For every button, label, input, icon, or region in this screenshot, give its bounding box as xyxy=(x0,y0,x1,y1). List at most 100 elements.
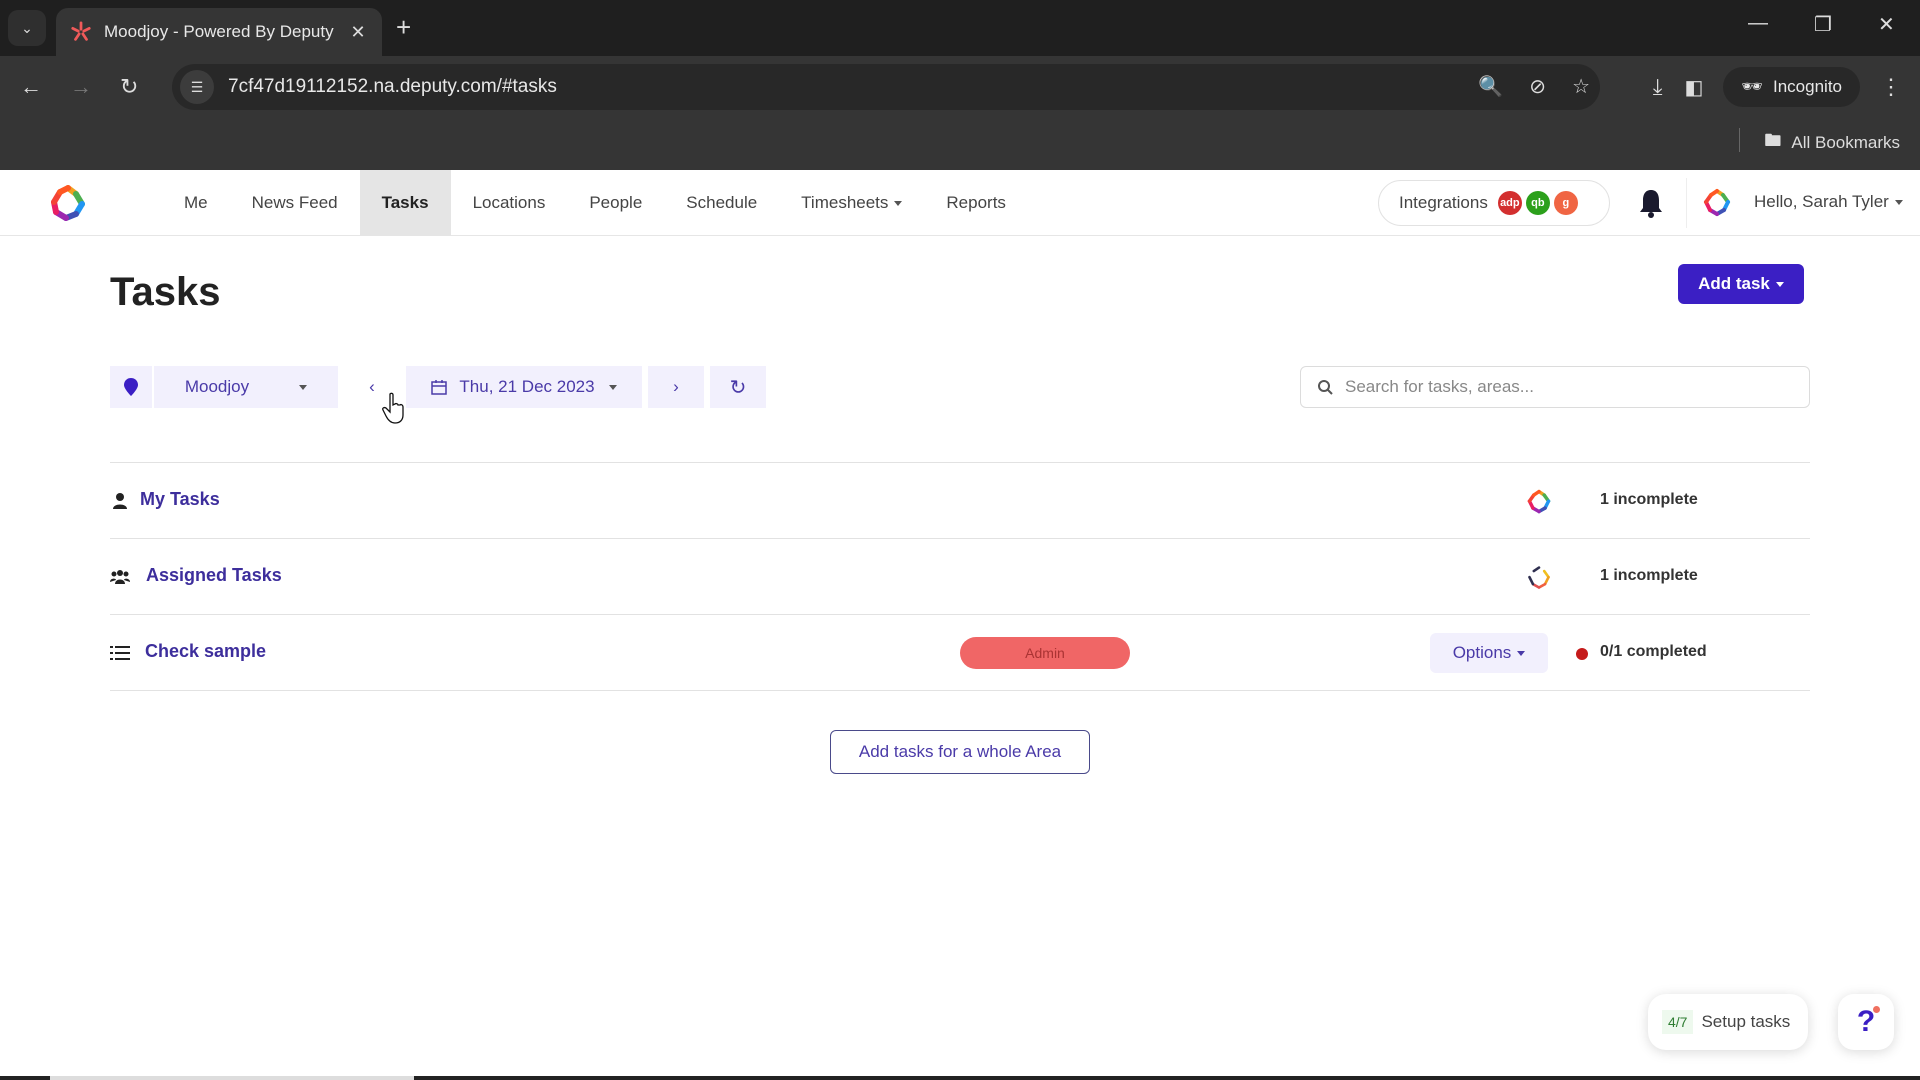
chevron-down-icon xyxy=(299,384,308,390)
setup-label: Setup tasks xyxy=(1701,1012,1791,1031)
next-day-button[interactable]: › xyxy=(648,366,704,408)
refresh-icon: ↻ xyxy=(729,376,747,399)
forward-icon[interactable]: → xyxy=(70,74,92,100)
tab-title: Moodjoy - Powered By Deputy xyxy=(104,22,334,41)
task-row-label[interactable]: Check sample xyxy=(145,641,266,662)
nav-schedule[interactable]: Schedule xyxy=(664,170,779,236)
deputy-favicon-icon xyxy=(71,21,91,41)
bookmarks-divider xyxy=(1739,128,1740,152)
nav-news-feed[interactable]: News Feed xyxy=(230,170,360,236)
search-box[interactable] xyxy=(1300,366,1810,408)
integrations-label: Integrations xyxy=(1399,193,1488,212)
incognito-button[interactable]: 🕶 Incognito xyxy=(1723,67,1860,107)
nav-schedule-label: Schedule xyxy=(686,193,758,212)
bookmarks-label: All Bookmarks xyxy=(1791,132,1900,152)
notification-dot-icon xyxy=(1873,1006,1880,1013)
url-text[interactable]: 7cf47d19112152.na.deputy.com/#tasks xyxy=(228,76,557,98)
site-info-icon[interactable]: ☰ xyxy=(180,70,214,104)
eye-off-icon[interactable]: ⊘ xyxy=(1529,74,1546,99)
nav-timesheets-label: Timesheets xyxy=(801,193,889,212)
add-task-button[interactable]: Add task xyxy=(1678,264,1804,304)
chevron-down-icon xyxy=(608,384,617,390)
deputy-logo-icon[interactable] xyxy=(44,182,92,224)
browser-tab-bar: ⌄ Moodjoy - Powered By Deputy ✕ + — ❐ ✕ xyxy=(0,0,1920,56)
nav-me[interactable]: Me xyxy=(162,170,230,236)
task-row-assigned-tasks[interactable]: Assigned Tasks 1 incomplete xyxy=(110,539,1810,615)
nav-locations-label: Locations xyxy=(472,193,546,212)
minimize-icon[interactable]: — xyxy=(1748,12,1768,35)
user-avatar-icon[interactable] xyxy=(1702,188,1732,218)
task-status: 0/1 completed xyxy=(1600,643,1707,660)
search-icon xyxy=(1318,380,1333,395)
nav-locations[interactable]: Locations xyxy=(451,170,568,236)
task-status: 1 incomplete xyxy=(1600,567,1698,584)
zoom-icon[interactable]: 🔍 xyxy=(1478,74,1503,99)
help-button[interactable]: ? xyxy=(1838,994,1894,1050)
filter-bar: Moodjoy ‹ Thu, 21 Dec 2023 › ↻ xyxy=(110,366,772,408)
task-row-label[interactable]: My Tasks xyxy=(140,489,220,510)
chevron-down-icon xyxy=(1517,650,1526,656)
task-list: My Tasks 1 incomplete Assigned Tasks 1 i… xyxy=(110,462,1810,691)
integrations-button[interactable]: Integrations adp qb g xyxy=(1378,180,1610,226)
date-label: Thu, 21 Dec 2023 xyxy=(459,377,595,396)
options-button[interactable]: Options xyxy=(1430,633,1548,673)
greeting-label: Hello, Sarah Tyler xyxy=(1754,192,1889,211)
sidepanel-icon[interactable]: ◧ xyxy=(1685,75,1704,100)
restore-icon[interactable]: ❐ xyxy=(1814,12,1832,37)
setup-tasks-button[interactable]: 4/7 Setup tasks xyxy=(1648,994,1808,1050)
user-menu[interactable]: Hello, Sarah Tyler xyxy=(1754,192,1903,212)
location-select[interactable]: Moodjoy xyxy=(154,366,338,408)
nav-news-feed-label: News Feed xyxy=(251,193,338,212)
browser-tab[interactable]: Moodjoy - Powered By Deputy ✕ xyxy=(56,8,382,56)
download-icon[interactable]: ⤓ xyxy=(1653,74,1663,100)
chevron-down-icon xyxy=(1894,200,1903,206)
refresh-button[interactable]: ↻ xyxy=(710,366,766,408)
nav-reports-label: Reports xyxy=(946,193,1006,212)
search-input[interactable] xyxy=(1345,377,1785,397)
chevron-down-icon xyxy=(1775,281,1784,287)
nav-people[interactable]: People xyxy=(567,170,664,236)
star-icon[interactable]: ☆ xyxy=(1572,74,1590,99)
bottom-bar xyxy=(0,1076,1920,1080)
page-title: Tasks xyxy=(110,270,221,314)
task-row-my-tasks[interactable]: My Tasks 1 incomplete xyxy=(110,463,1810,539)
users-icon xyxy=(110,570,130,584)
bell-icon[interactable] xyxy=(1638,188,1664,218)
close-icon[interactable]: ✕ xyxy=(344,22,372,43)
list-icon xyxy=(110,646,130,660)
all-bookmarks-button[interactable]: 🖿 All Bookmarks xyxy=(1764,128,1900,157)
add-task-label: Add task xyxy=(1698,274,1770,293)
chevron-right-icon: › xyxy=(673,377,679,396)
nav-tasks-label: Tasks xyxy=(381,193,429,212)
window-close-icon[interactable]: ✕ xyxy=(1878,12,1895,37)
folder-icon: 🖿 xyxy=(1764,131,1782,150)
gusto-integration-icon: g xyxy=(1553,191,1578,215)
nav-tasks[interactable]: Tasks xyxy=(359,170,451,236)
nav-reports[interactable]: Reports xyxy=(924,170,1028,236)
nav-people-label: People xyxy=(589,193,643,212)
add-tasks-area-button[interactable]: Add tasks for a whole Area xyxy=(830,730,1090,774)
options-label: Options xyxy=(1452,643,1512,662)
main-nav: Me News Feed Tasks Locations People Sche… xyxy=(162,170,1028,236)
setup-progress: 4/7 xyxy=(1662,1010,1694,1034)
task-status: 1 incomplete xyxy=(1600,491,1698,508)
address-bar[interactable]: ☰ 7cf47d19112152.na.deputy.com/#tasks 🔍 … xyxy=(172,64,1600,110)
header-divider xyxy=(1686,178,1687,228)
task-row-label[interactable]: Assigned Tasks xyxy=(146,565,282,586)
browser-toolbar: ← → ↻ ☰ 7cf47d19112152.na.deputy.com/#ta… xyxy=(0,56,1920,170)
menu-icon[interactable]: ⋮ xyxy=(1880,74,1902,100)
reload-icon[interactable]: ↻ xyxy=(120,74,138,100)
date-picker[interactable]: Thu, 21 Dec 2023 xyxy=(406,366,642,408)
nav-timesheets[interactable]: Timesheets xyxy=(779,170,924,236)
chevron-down-icon xyxy=(894,200,903,206)
bottom-bar-segment xyxy=(50,1076,414,1080)
back-icon[interactable]: ← xyxy=(20,74,42,100)
tab-list-icon[interactable]: ⌄ xyxy=(8,10,46,46)
admin-badge: Admin xyxy=(960,637,1130,669)
chevron-left-icon: ‹ xyxy=(369,377,375,396)
incognito-icon: 🕶 xyxy=(1741,77,1763,96)
task-row-check-sample[interactable]: Check sample Admin Options 0/1 completed xyxy=(110,615,1810,691)
nav-me-label: Me xyxy=(184,193,208,212)
incognito-label: Incognito xyxy=(1773,77,1842,96)
plus-icon[interactable]: + xyxy=(396,12,411,43)
